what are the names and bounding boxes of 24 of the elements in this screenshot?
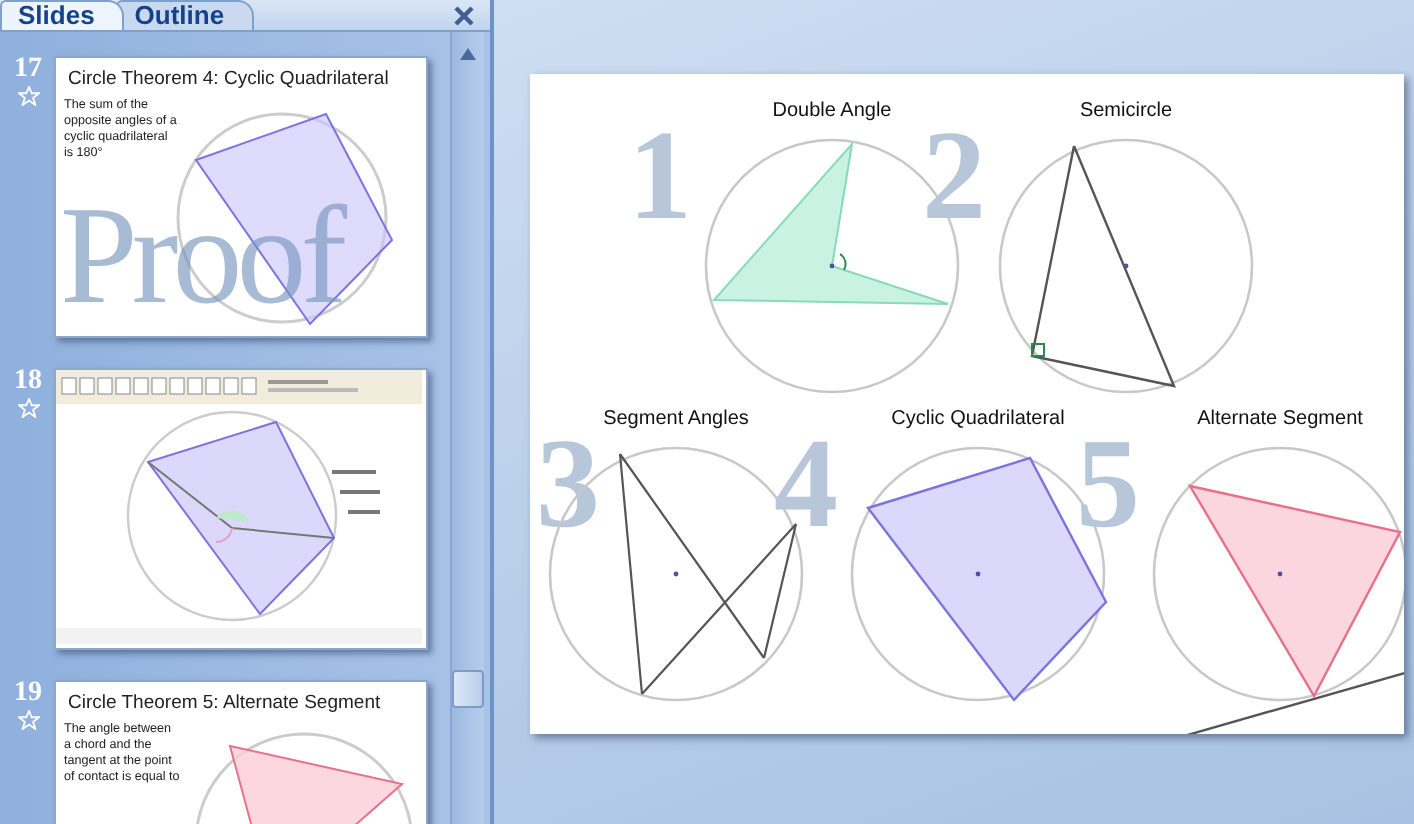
thumbnail-title: Circle Theorem 5: Alternate Segment — [66, 690, 383, 714]
theorem-title: Alternate Segment — [1197, 408, 1363, 432]
slide-number: 19 — [14, 680, 42, 708]
thumbnail-title: Circle Theorem 4: Cyclic Quadrilateral — [66, 66, 391, 90]
close-button[interactable] — [454, 6, 474, 26]
theorem-title: Segment Angles — [603, 408, 749, 432]
scroll-thumb[interactable] — [452, 670, 484, 708]
theorem-title: Cyclic Quadrilateral — [891, 408, 1065, 432]
star-icon — [17, 710, 39, 730]
theorem-number: 2 — [922, 116, 986, 236]
theorem-number: 4 — [774, 424, 838, 544]
theorem-number: 1 — [628, 116, 692, 236]
star-icon — [17, 398, 39, 418]
slide-number: 17 — [14, 56, 42, 84]
scroll-up-icon[interactable] — [458, 46, 478, 62]
theorem-number: 3 — [536, 424, 600, 544]
slide-number: 18 — [14, 368, 42, 396]
theorem-title: Double Angle — [772, 100, 892, 124]
star-icon — [17, 86, 39, 106]
pane-tab[interactable]: Outline — [116, 0, 255, 30]
pane-tab[interactable]: Slides — [0, 0, 125, 30]
scrollbar[interactable] — [450, 32, 484, 824]
theorem-number: 5 — [1076, 424, 1140, 544]
theorem-title: Semicircle — [1079, 100, 1173, 124]
